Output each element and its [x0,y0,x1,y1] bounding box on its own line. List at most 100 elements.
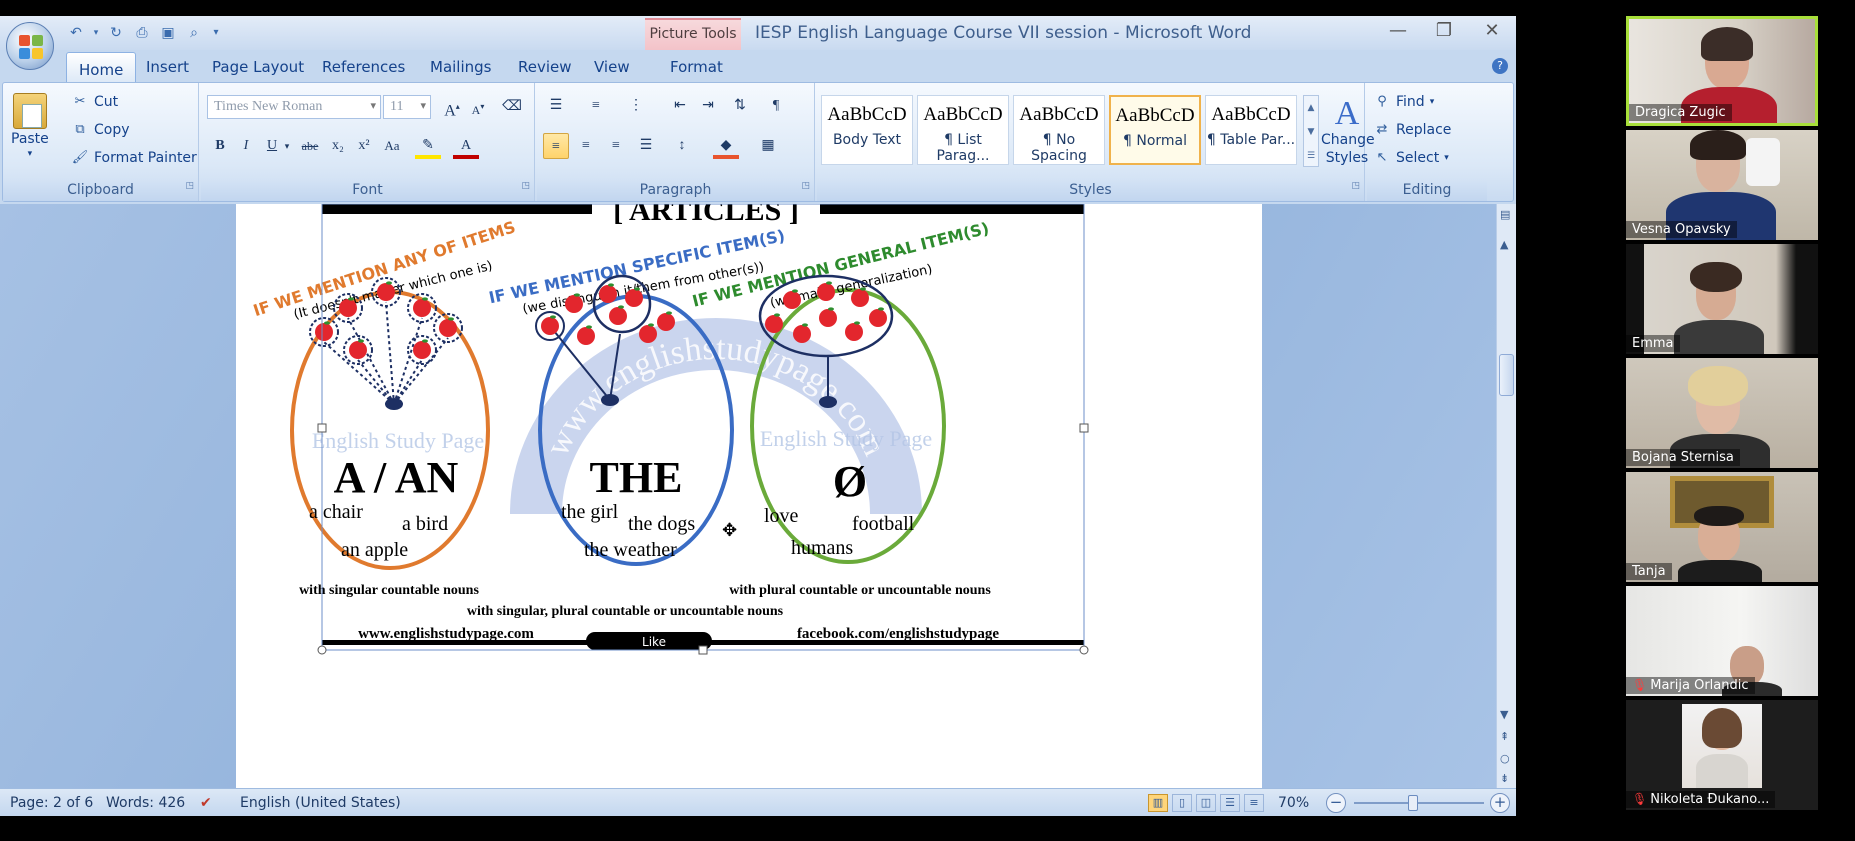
decrease-indent-icon[interactable]: ⇤ [667,93,693,119]
change-styles-button[interactable]: A Change Styles [1321,95,1375,167]
save-icon[interactable]: ▣ [158,24,178,42]
copy-button[interactable]: ⧉ Copy [71,121,129,139]
grow-font-button[interactable]: A▴ [439,94,465,120]
underline-dropdown-icon[interactable]: ▾ [281,133,293,159]
page-count[interactable]: Page: 2 of 6 [10,795,93,811]
zoom-out-icon[interactable]: − [1326,793,1346,813]
undo-icon[interactable]: ↶ [66,24,86,42]
article-zero: Ø [833,457,867,506]
word-count[interactable]: Words: 426 [106,795,185,811]
participant-tile[interactable]: 🎙 Marija Orlandic [1626,586,1818,696]
example-a-chair: a chair [309,501,363,523]
shading-icon[interactable]: ◆ [713,133,739,159]
align-left-icon[interactable]: ≡ [543,133,569,159]
increase-indent-icon[interactable]: ⇥ [695,93,721,119]
pointer-line [357,359,395,405]
scroll-thumb[interactable] [1499,354,1514,396]
participant-tile[interactable]: Tanja [1626,472,1818,582]
help-icon[interactable]: ? [1492,58,1508,74]
font-size-combo[interactable]: 11 [383,95,431,119]
dialog-launcher-icon[interactable]: ◳ [1351,175,1360,197]
multilevel-list-icon[interactable]: ⋮ [623,93,649,119]
office-button[interactable] [6,22,54,70]
print-layout-icon[interactable]: ▥ [1148,794,1168,812]
participant-body [1678,560,1762,582]
pilcrow-icon[interactable]: ¶ [763,93,789,119]
strikethrough-button[interactable]: abe [297,133,323,159]
apple-leaf-icon [854,321,860,325]
change-case-button[interactable]: Aa [379,133,405,159]
zoom-level[interactable]: 70% [1278,795,1309,811]
style-normal[interactable]: AaBbCcD ¶ Normal [1109,95,1201,165]
participant-tile[interactable]: 🎙 Nikoleta Đukano... [1626,700,1818,810]
find-button[interactable]: ⚲ Find ▾ [1373,93,1434,111]
undo-dropdown-icon[interactable]: ▾ [92,24,100,42]
participant-tile[interactable]: Vesna Opavsky [1626,130,1818,240]
font-color-button[interactable]: A [453,133,479,159]
clear-formatting-icon[interactable]: ⌫ [499,94,525,120]
sort-icon[interactable]: ⇅ [727,93,753,119]
numbering-icon[interactable]: ≡ [583,93,609,119]
tab-references[interactable]: References [312,56,415,78]
paste-button[interactable]: Paste ▾ [11,93,49,159]
customize-qat-icon[interactable]: ▾ [210,24,222,42]
draft-view-icon[interactable]: ≡ [1244,794,1264,812]
style-no-spacing[interactable]: AaBbCcD ¶ No Spacing [1013,95,1105,165]
italic-button[interactable]: I [233,133,259,159]
align-right-icon[interactable]: ≡ [603,133,629,159]
tab-mailings[interactable]: Mailings [420,56,501,78]
proofing-icon[interactable]: ✔ [200,795,212,811]
language-indicator[interactable]: English (United States) [240,795,401,811]
subscript-button[interactable]: x₂ [325,133,351,159]
like-label: Like [642,635,666,649]
participant-tile[interactable]: Bojana Sternisa [1626,358,1818,468]
participant-tile[interactable]: Emma [1626,244,1818,354]
zoom-slider[interactable] [1354,795,1484,811]
pointer-line [393,359,423,405]
close-icon[interactable]: ✕ [1474,20,1510,41]
outline-view-icon[interactable]: ☰ [1220,794,1240,812]
dialog-launcher-icon[interactable]: ◳ [185,175,194,197]
justify-icon[interactable]: ☰ [633,133,659,159]
minimize-icon[interactable]: — [1380,20,1416,41]
tab-insert[interactable]: Insert [136,56,199,78]
tab-home[interactable]: Home [66,52,137,82]
bold-button[interactable]: B [207,133,233,159]
line-spacing-icon[interactable]: ↕ [669,133,695,159]
tab-format[interactable]: Format [660,56,733,78]
vertical-scrollbar[interactable]: ▤ ▲ ▼ ⇞ ○ ⇟ [1496,204,1516,788]
document-page[interactable]: [ ARTICLES ] www.englishstudypage.com IF… [236,204,1262,788]
select-button[interactable]: ↖ Select ▾ [1373,149,1449,167]
styles-gallery-scroll[interactable]: ▲ ▼ ☰ [1303,95,1319,167]
web-layout-icon[interactable]: ◫ [1196,794,1216,812]
articles-infographic[interactable]: [ ARTICLES ] www.englishstudypage.com IF… [236,204,1262,788]
tab-view[interactable]: View [584,56,640,78]
style-table-paragraph[interactable]: AaBbCcD ¶ Table Par... [1205,95,1297,165]
participant-tile[interactable]: Dragica Zugic [1626,16,1818,126]
print-icon[interactable]: ⎙ [132,24,152,42]
full-screen-reading-icon[interactable]: ▯ [1172,794,1192,812]
tab-page-layout[interactable]: Page Layout [202,56,314,78]
shrink-font-button[interactable]: A▾ [465,94,491,120]
zoom-in-icon[interactable]: + [1490,793,1510,813]
replace-button[interactable]: ⇄ Replace [1373,121,1452,139]
change-styles-icon: A [1334,95,1360,132]
apple-icon [377,283,395,301]
zoom-slider-knob[interactable] [1408,795,1418,811]
highlight-icon[interactable]: ✎ [415,133,441,159]
style-list-paragraph[interactable]: AaBbCcD ¶ List Parag... [917,95,1009,165]
bullets-icon[interactable]: ☰ [543,93,569,119]
redo-icon[interactable]: ↻ [106,24,126,42]
cut-button[interactable]: ✂ Cut [71,93,119,111]
dialog-launcher-icon[interactable]: ◳ [801,175,810,197]
font-name-combo[interactable]: Times New Roman [207,95,381,119]
tab-review[interactable]: Review [508,56,582,78]
style-body-text[interactable]: AaBbCcD Body Text [821,95,913,165]
align-center-icon[interactable]: ≡ [573,133,599,159]
borders-icon[interactable]: ▦ [755,133,781,159]
print-preview-icon[interactable]: ⌕ [184,24,204,42]
restore-icon[interactable]: ❐ [1426,20,1462,41]
dialog-launcher-icon[interactable]: ◳ [521,175,530,197]
superscript-button[interactable]: x² [351,133,377,159]
format-painter-button[interactable]: 🖌 Format Painter [71,149,197,167]
